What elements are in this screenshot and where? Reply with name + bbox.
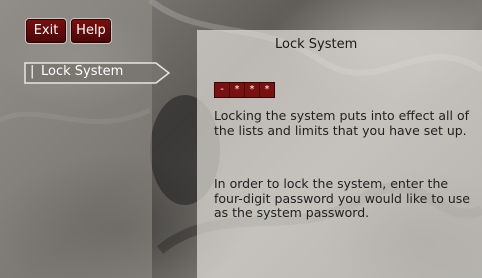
content-panel (197, 30, 482, 278)
password-digit-3[interactable]: * (244, 82, 260, 98)
exit-button[interactable]: Exit (25, 18, 67, 44)
page-title: Lock System (275, 37, 358, 52)
password-digit-2[interactable]: * (229, 82, 245, 98)
description-text: Locking the system puts into effect all … (214, 108, 469, 138)
password-digit-4[interactable]: * (259, 82, 275, 98)
password-digit-1[interactable]: - (214, 82, 230, 98)
help-button[interactable]: Help (70, 18, 112, 44)
selection-marker-icon: | (30, 64, 35, 79)
sidebar-item-label: Lock System (41, 64, 124, 79)
sidebar-item-lock-system[interactable]: | Lock System (24, 62, 170, 84)
instruction-text: In order to lock the system, enter the f… (214, 176, 470, 220)
